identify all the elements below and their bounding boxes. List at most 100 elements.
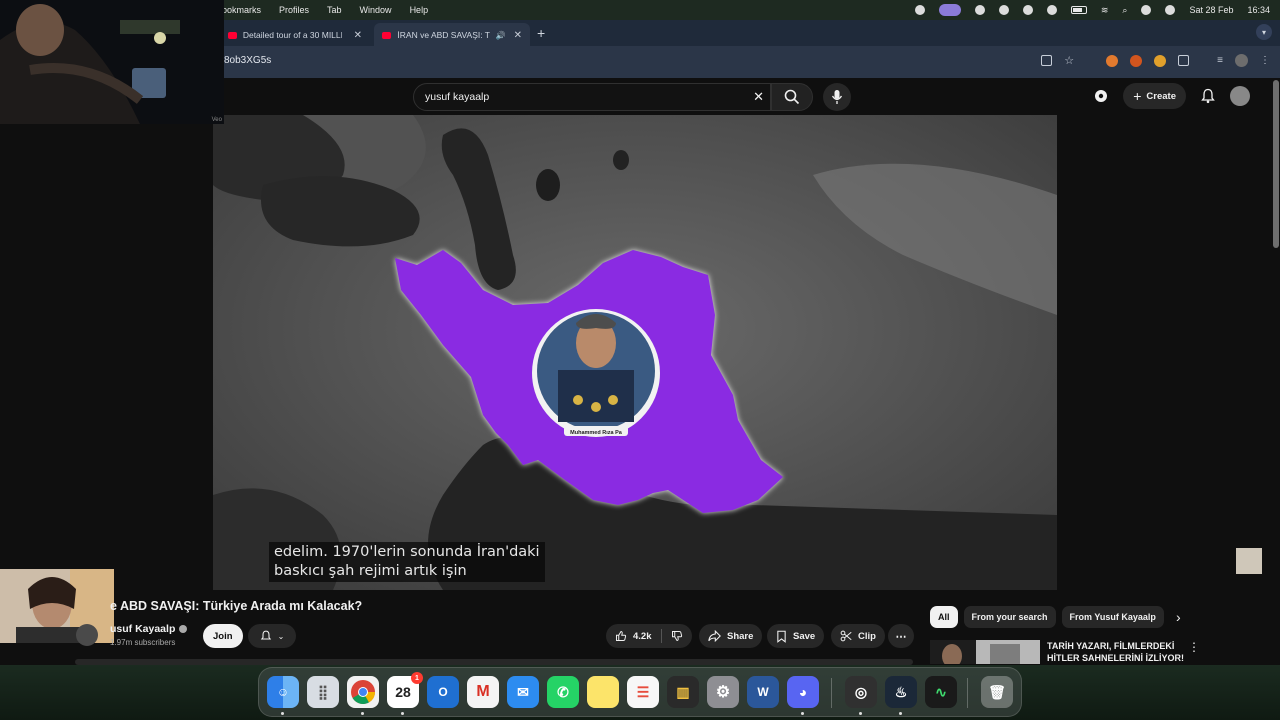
battery-icon[interactable]: [1070, 6, 1087, 14]
control-center-icon[interactable]: [1141, 5, 1152, 15]
headphones-icon[interactable]: [1046, 5, 1057, 15]
video-title: e ABD SAVAŞI: Türkiye Arada mı Kalacak?: [110, 599, 363, 613]
tab-search-chevron-icon[interactable]: ▾: [1256, 24, 1272, 40]
menu-tab[interactable]: Tab: [327, 5, 342, 15]
tab-detailed-tour[interactable]: Detailed tour of a 30 MILLION ✕: [220, 23, 370, 47]
notification-badge: 1: [411, 672, 423, 684]
new-tab-button[interactable]: +: [537, 25, 545, 41]
like-button[interactable]: 4.2k: [606, 624, 661, 648]
studio-gear-icon[interactable]: [1093, 88, 1109, 104]
siri-icon[interactable]: [1165, 5, 1176, 15]
tab-iran-abd[interactable]: İRAN ve ABD SAVAŞI: Türk 🔊 ✕: [374, 23, 530, 47]
voice-search-button[interactable]: [823, 83, 851, 111]
menubar-date[interactable]: Sat 28 Feb: [1189, 5, 1233, 15]
extension-icon[interactable]: [1154, 54, 1167, 67]
clip-button[interactable]: Clip: [831, 624, 885, 648]
extensions-puzzle-icon[interactable]: [1178, 55, 1190, 66]
more-actions-button[interactable]: ⋯: [888, 624, 914, 648]
trash-icon[interactable]: 🗑: [981, 676, 1013, 708]
control-app-icon[interactable]: [938, 4, 961, 16]
outlook-icon[interactable]: O: [427, 676, 459, 708]
save-button[interactable]: Save: [767, 624, 825, 648]
dislike-button[interactable]: [662, 624, 692, 648]
video-subtitles: edelim. 1970'lerin sonunda İran'daki bas…: [269, 542, 545, 582]
sync-icon[interactable]: [998, 5, 1009, 15]
obs-icon[interactable]: ◎: [845, 676, 877, 708]
launchpad-icon[interactable]: ⣿: [307, 676, 339, 708]
running-indicator: [859, 712, 862, 715]
save-label: Save: [793, 630, 816, 642]
join-button[interactable]: Join: [203, 624, 243, 648]
channel-name-text[interactable]: usuf Kayaalp: [110, 623, 175, 635]
search-query[interactable]: yusuf kayaalp: [425, 91, 489, 103]
system-settings-gear-icon[interactable]: ⚙: [707, 676, 739, 708]
speaker-icon[interactable]: 🔊: [496, 31, 506, 40]
channel-avatar[interactable]: [76, 624, 98, 646]
thumbs-up-icon: [616, 631, 627, 641]
gmail-icon[interactable]: M: [467, 676, 499, 708]
play-icon[interactable]: [1022, 5, 1033, 15]
create-label: Create: [1146, 90, 1176, 102]
close-icon[interactable]: ✕: [514, 30, 522, 41]
chevron-down-icon: ⌄: [277, 631, 285, 641]
menu-bookmarks[interactable]: ookmarks: [222, 5, 261, 15]
word-icon[interactable]: W: [747, 676, 779, 708]
tab-title: Detailed tour of a 30 MILLION: [242, 30, 342, 40]
wifi-icon[interactable]: ≋: [1101, 5, 1109, 16]
youtube-favicon-icon: [228, 31, 237, 39]
page-scrollbar[interactable]: [1272, 78, 1280, 658]
whatsapp-icon[interactable]: ✆: [547, 676, 579, 708]
channel-name[interactable]: usuf Kayaalp: [110, 623, 188, 635]
bookmark-star-icon[interactable]: ☆: [1064, 54, 1074, 67]
recommendation-thumbnail[interactable]: [930, 640, 1040, 664]
chevron-right-icon[interactable]: ›: [1176, 609, 1181, 625]
activity-monitor-icon[interactable]: ∿: [925, 676, 957, 708]
flashlight-icon[interactable]: [974, 5, 985, 15]
share-button[interactable]: Share: [699, 624, 763, 648]
dock-divider: [831, 678, 832, 708]
account-avatar[interactable]: [1230, 86, 1250, 106]
search-icon: [784, 89, 800, 105]
extension-icon[interactable]: [1130, 54, 1143, 67]
miniplayer-thumbnail[interactable]: [1236, 548, 1262, 574]
chrome-icon[interactable]: [347, 676, 379, 708]
subscription-bell-button[interactable]: ⌄: [248, 624, 296, 648]
url-text[interactable]: 8ob3XG5s: [224, 55, 271, 66]
scrollbar-thumb[interactable]: [1273, 80, 1279, 248]
recommendation-title[interactable]: TARİH YAZARI, FİLMLERDEKİ HİTLER SAHNELE…: [1047, 640, 1187, 664]
install-app-icon[interactable]: [1041, 55, 1053, 66]
reminders-icon[interactable]: ☰: [627, 676, 659, 708]
search-input[interactable]: yusuf kayaalp ✕: [413, 83, 771, 111]
more-vertical-icon[interactable]: ⋮: [1188, 640, 1200, 654]
chip-from-your-search[interactable]: From your search: [963, 606, 1056, 628]
keynote-icon[interactable]: ▥: [667, 676, 699, 708]
close-icon[interactable]: ✕: [354, 30, 362, 41]
search-icon[interactable]: ⌕: [1122, 5, 1127, 16]
chrome-menu-icon[interactable]: ⋮: [1260, 55, 1270, 66]
discord-icon[interactable]: ◕: [787, 676, 819, 708]
clip-label: Clip: [858, 630, 876, 642]
steam-icon[interactable]: ♨: [885, 676, 917, 708]
menubar-time[interactable]: 16:34: [1247, 5, 1270, 15]
video-player[interactable]: Muhammed Rıza Pa edelim. 1970'lerin sonu…: [213, 115, 1057, 590]
chip-from-channel[interactable]: From Yusuf Kayaalp: [1061, 606, 1164, 628]
menu-window[interactable]: Window: [360, 5, 392, 15]
profile-avatar-icon[interactable]: [1235, 54, 1248, 67]
clear-search-icon[interactable]: ✕: [753, 89, 764, 105]
mail-icon[interactable]: ✉: [507, 676, 539, 708]
finder-icon[interactable]: ☺: [267, 676, 299, 708]
plus-icon: +: [1133, 88, 1142, 104]
extension-icon[interactable]: [1106, 54, 1119, 67]
calendar-icon[interactable]: 28 1: [387, 672, 423, 708]
create-button[interactable]: + Create: [1123, 83, 1186, 109]
search-button[interactable]: [771, 83, 813, 111]
chip-all[interactable]: All: [930, 606, 958, 628]
share-label: Share: [727, 630, 754, 642]
notifications-bell-icon[interactable]: [1200, 88, 1216, 104]
menu-help[interactable]: Help: [410, 5, 429, 15]
screen-record-icon[interactable]: [914, 5, 925, 15]
notes-icon[interactable]: [587, 676, 619, 708]
menu-profiles[interactable]: Profiles: [279, 5, 309, 15]
media-controls-icon[interactable]: ≡: [1217, 55, 1223, 66]
scissors-icon: [840, 630, 852, 642]
